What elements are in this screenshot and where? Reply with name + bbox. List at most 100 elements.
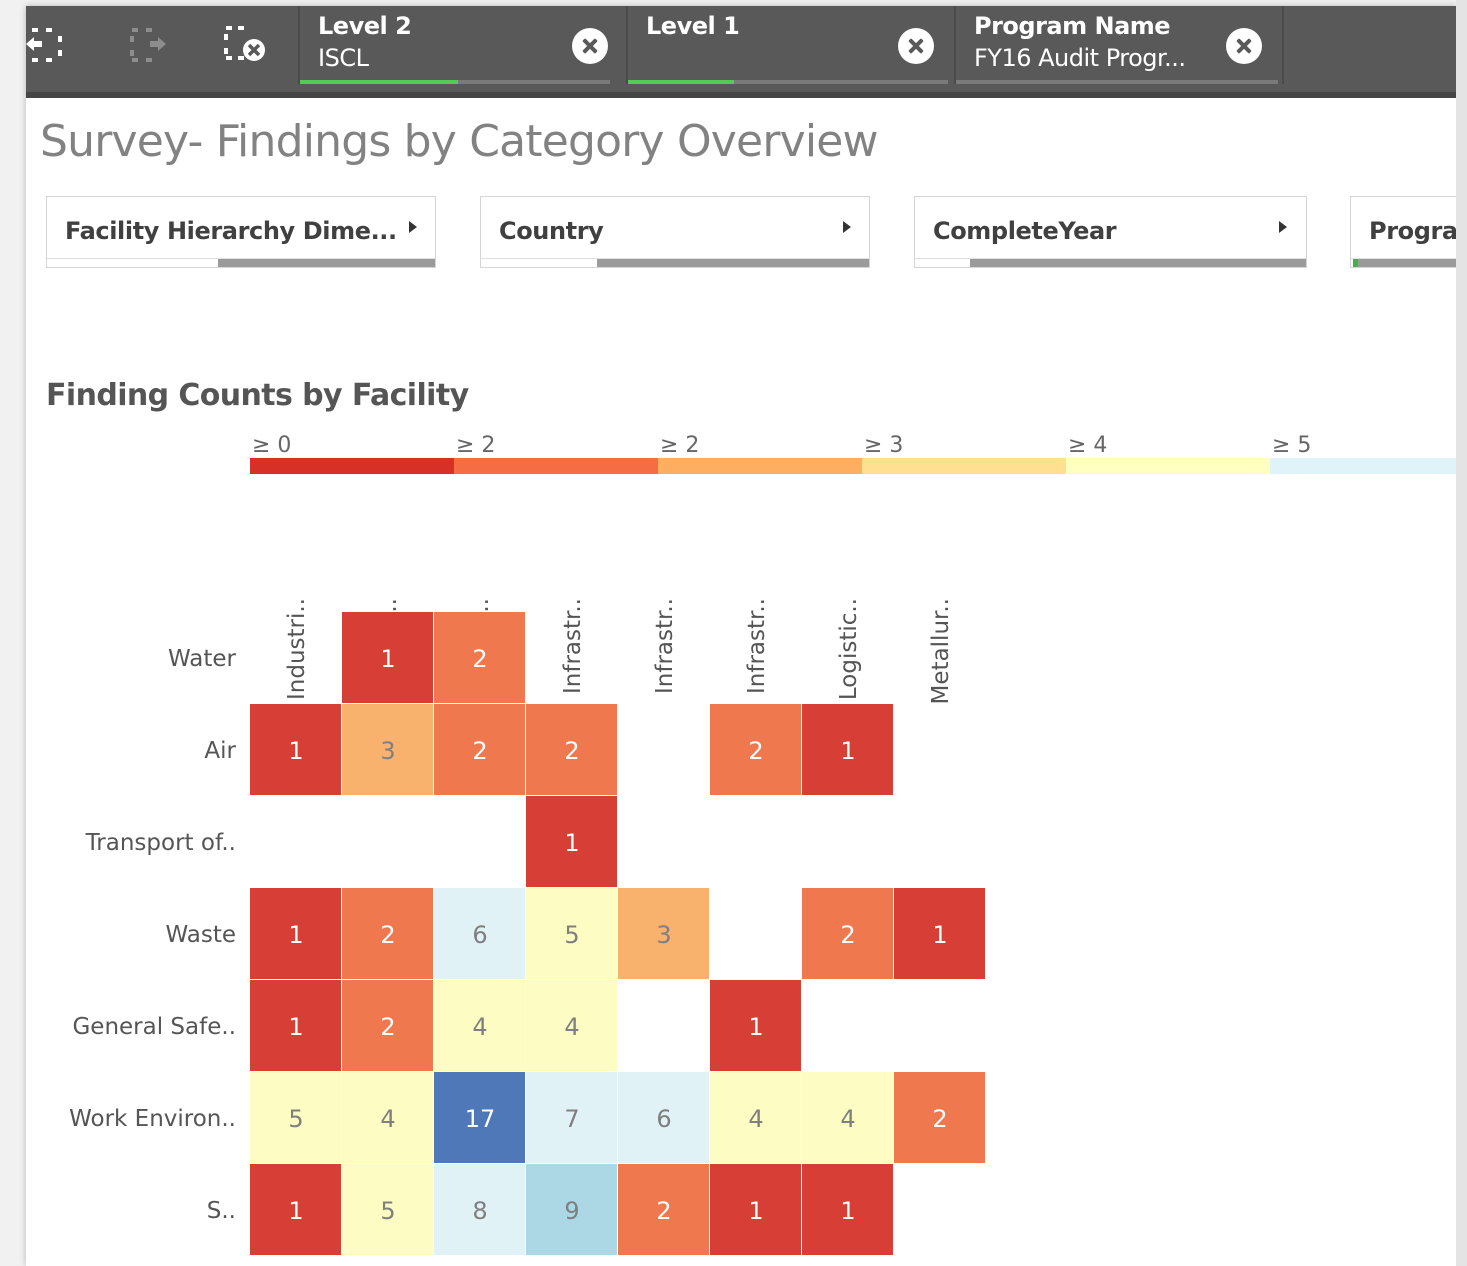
cell-value-label: 8 <box>472 1197 487 1225</box>
selection-state-bar <box>628 80 948 84</box>
heatmap-chart: ≥ 0≥ 2≥ 2≥ 3≥ 4≥ 5Industri..Industri..In… <box>69 433 1456 1255</box>
y-axis-label: Water <box>168 646 237 672</box>
cell-value-label: 17 <box>465 1105 496 1133</box>
x-axis-label: Infrastr.. <box>652 598 678 694</box>
y-axis-label: Transport of.. <box>85 830 236 856</box>
cell-value-label: 1 <box>564 829 579 857</box>
y-axis-label: S.. <box>207 1198 236 1224</box>
cell-value-label: 2 <box>656 1197 671 1225</box>
y-axis-label: Waste <box>165 922 236 948</box>
legend-swatch <box>454 458 658 474</box>
cell-value-label: 3 <box>656 921 671 949</box>
legend-label: ≥ 3 <box>864 433 903 458</box>
y-axis-label: General Safe.. <box>72 1014 236 1040</box>
legend-swatch <box>250 458 454 474</box>
cell-value-label: 2 <box>472 737 487 765</box>
cell-value-label: 3 <box>380 737 395 765</box>
filter-state-fill <box>597 259 869 267</box>
legend-swatch <box>1270 458 1456 474</box>
clear-selection-icon[interactable] <box>1226 28 1262 64</box>
cell-value-label: 2 <box>380 921 395 949</box>
filter-state-bar <box>1351 258 1456 267</box>
clear-selection-icon[interactable] <box>898 28 934 64</box>
cell-value-label: 6 <box>656 1105 671 1133</box>
cell-value-label: 4 <box>472 1013 487 1041</box>
cell-value-label: 5 <box>564 921 579 949</box>
cell-value-label: 4 <box>840 1105 855 1133</box>
filter-state-bar <box>915 258 1306 267</box>
legend-label: ≥ 4 <box>1068 433 1107 458</box>
cell-value-label: 1 <box>748 1197 763 1225</box>
filter-state-bar <box>47 258 435 267</box>
selection-program-name[interactable]: Program Name FY16 Audit Progr... <box>956 6 1282 84</box>
expand-arrow-icon[interactable] <box>843 221 851 233</box>
filter-state-bar <box>481 258 869 267</box>
cell-value-label: 4 <box>748 1105 763 1133</box>
selection-state-bar <box>300 80 610 84</box>
cell-value-label: 1 <box>840 1197 855 1225</box>
filter-facility-hierarchy[interactable]: Facility Hierarchy Dime... <box>46 196 436 268</box>
filter-country[interactable]: Country <box>480 196 870 268</box>
cell-value-label: 1 <box>932 921 947 949</box>
x-axis-label: Metallur.. <box>928 598 954 704</box>
chart-title: Finding Counts by Facility <box>46 378 469 413</box>
y-axis-label: Work Environ.. <box>69 1106 236 1132</box>
legend-label: ≥ 2 <box>456 433 495 458</box>
filter-program[interactable]: Progra <box>1350 196 1456 268</box>
cell-value-label: 1 <box>748 1013 763 1041</box>
y-axis-label: Air <box>204 738 236 764</box>
x-axis-label: Infrastr.. <box>744 598 770 694</box>
filter-state-fill <box>1358 259 1456 267</box>
x-axis-label: Industri.. <box>284 598 310 700</box>
cell-value-label: 1 <box>288 1013 303 1041</box>
legend-label: ≥ 5 <box>1272 433 1311 458</box>
x-axis-label: Infrastr.. <box>560 598 586 694</box>
toolbar-divider <box>1282 6 1284 84</box>
selection-level-1[interactable]: Level 1 <box>628 6 954 84</box>
selection-state-bar <box>956 80 1278 84</box>
cell-value-label: 2 <box>932 1105 947 1133</box>
cell-value-label: 2 <box>564 737 579 765</box>
selection-state-fill <box>628 80 734 84</box>
legend-swatch <box>1066 458 1270 474</box>
expand-arrow-icon[interactable] <box>409 221 417 233</box>
cell-value-label: 1 <box>288 1197 303 1225</box>
cell-value-label: 1 <box>840 737 855 765</box>
cell-value-label: 1 <box>380 645 395 673</box>
cell-value-label: 4 <box>564 1013 579 1041</box>
filter-label: Country <box>499 217 604 245</box>
selection-value: FY16 Audit Progr... <box>974 44 1186 72</box>
page-title: Survey- Findings by Category Overview <box>40 116 879 167</box>
selection-state-fill <box>956 80 1278 84</box>
filter-label: Progra <box>1369 217 1456 245</box>
step-back-icon[interactable] <box>26 22 64 66</box>
selection-level-2[interactable]: Level 2 ISCL <box>300 6 626 84</box>
expand-arrow-icon[interactable] <box>1279 221 1287 233</box>
selection-value: ISCL <box>318 44 369 72</box>
selection-field-name: Level 2 <box>318 12 412 40</box>
legend-label: ≥ 0 <box>252 433 291 458</box>
cell-value-label: 6 <box>472 921 487 949</box>
x-axis-label: Logistic.. <box>836 598 862 700</box>
cell-value-label: 2 <box>472 645 487 673</box>
filter-state-fill <box>970 259 1306 267</box>
selection-toolbar: Level 2 ISCL Level 1 Program Name FY16 A… <box>26 6 1456 98</box>
selection-state-fill <box>300 80 458 84</box>
cell-value-label: 5 <box>380 1197 395 1225</box>
cell-value-label: 7 <box>564 1105 579 1133</box>
filter-complete-year[interactable]: CompleteYear <box>914 196 1307 268</box>
clear-all-selections-icon[interactable] <box>222 22 266 66</box>
filter-label: Facility Hierarchy Dime... <box>65 217 397 245</box>
legend-swatch <box>862 458 1066 474</box>
step-forward-icon[interactable] <box>126 22 170 66</box>
legend-swatch <box>658 458 862 474</box>
clear-selection-icon[interactable] <box>572 28 608 64</box>
filter-label: CompleteYear <box>933 217 1117 245</box>
filter-state-fill <box>218 259 435 267</box>
cell-value-label: 2 <box>840 921 855 949</box>
cell-value-label: 2 <box>380 1013 395 1041</box>
cell-value-label: 1 <box>288 921 303 949</box>
window-shadow <box>1456 0 1467 1266</box>
app-window: Level 2 ISCL Level 1 Program Name FY16 A… <box>26 6 1456 1266</box>
cell-value-label: 5 <box>288 1105 303 1133</box>
